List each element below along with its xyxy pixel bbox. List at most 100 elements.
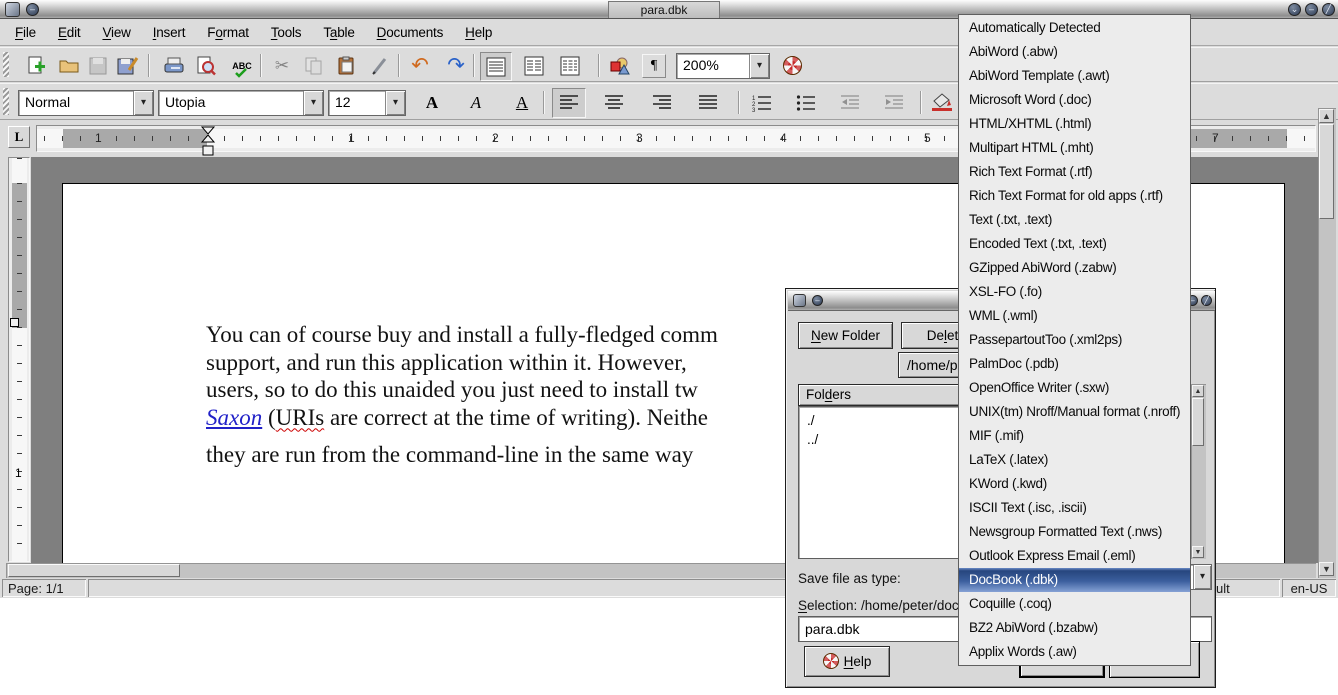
menu-item[interactable]: Insert	[142, 21, 197, 44]
file-format-option[interactable]: Automatically Detected	[959, 16, 1190, 40]
file-format-option[interactable]: Multipart HTML (.mht)	[959, 136, 1190, 160]
file-format-option[interactable]: Rich Text Format for old apps (.rtf)	[959, 184, 1190, 208]
file-format-option[interactable]: Applix Words (.aw)	[959, 640, 1190, 664]
view-two-columns-icon[interactable]	[520, 52, 548, 79]
stylus-icon[interactable]	[366, 52, 394, 79]
menu-item[interactable]: Help	[454, 21, 503, 44]
bulleted-list-icon[interactable]	[792, 89, 820, 116]
chevron-down-icon[interactable]: ▾	[385, 91, 405, 115]
menu-item[interactable]: Table	[312, 21, 365, 44]
print-preview-icon[interactable]	[192, 52, 220, 79]
underline-icon[interactable]: A	[508, 89, 536, 116]
file-format-option[interactable]: OpenOffice Writer (.sxw)	[959, 376, 1190, 400]
chevron-down-icon[interactable]: ▾	[133, 91, 153, 115]
help-lifebuoy-icon[interactable]	[778, 52, 806, 79]
file-format-option[interactable]: DocBook (.dbk)	[959, 568, 1190, 592]
paste-icon[interactable]	[332, 52, 360, 79]
file-format-option[interactable]: Outlook Express Email (.eml)	[959, 544, 1190, 568]
file-format-option[interactable]: XSL-FO (.fo)	[959, 280, 1190, 304]
cut-icon[interactable]: ✂	[268, 52, 296, 79]
menu-item[interactable]: View	[91, 21, 141, 44]
file-format-option[interactable]: UNIX(tm) Nroff/Manual format (.nroff)	[959, 400, 1190, 424]
close-icon[interactable]: ╱	[1201, 295, 1212, 306]
show-formatting-marks-icon[interactable]: ¶	[642, 54, 666, 78]
window-menu-button[interactable]: –	[26, 3, 39, 16]
view-three-columns-icon[interactable]	[556, 52, 584, 79]
print-icon[interactable]	[160, 52, 188, 79]
file-format-option[interactable]: Microsoft Word (.doc)	[959, 88, 1190, 112]
align-right-icon[interactable]	[648, 89, 676, 116]
bold-icon[interactable]: A	[418, 89, 446, 116]
file-format-option[interactable]: ISCII Text (.isc, .iscii)	[959, 496, 1190, 520]
file-format-option[interactable]: PassepartoutToo (.xml2ps)	[959, 328, 1190, 352]
window-menu-button[interactable]: –	[812, 295, 823, 306]
vertical-ruler[interactable]: 1	[8, 157, 30, 562]
top-margin-marker[interactable]	[10, 318, 19, 327]
file-format-option[interactable]: MIF (.mif)	[959, 424, 1190, 448]
vertical-scrollbar-thumb[interactable]	[1319, 124, 1334, 219]
tab-selector-button[interactable]: L	[8, 126, 30, 148]
insert-object-icon[interactable]	[606, 52, 634, 79]
chevron-down-icon[interactable]: ▾	[1193, 565, 1211, 589]
close-icon[interactable]: ╱	[1322, 3, 1335, 16]
menu-item[interactable]: Tools	[260, 21, 313, 44]
horizontal-scrollbar-thumb[interactable]	[8, 564, 180, 577]
highlight-color-icon[interactable]	[928, 88, 956, 115]
decrease-indent-icon[interactable]	[836, 89, 864, 116]
folders-scrollbar-thumb[interactable]	[1192, 398, 1204, 446]
menu-item[interactable]: Format	[196, 21, 260, 44]
zoom-combo[interactable]: 200% ▾	[676, 53, 770, 79]
toolbar-grip[interactable]	[3, 88, 9, 115]
italic-icon[interactable]: A	[462, 89, 490, 116]
font-size-combo[interactable]: 12 ▾	[328, 90, 406, 116]
help-button[interactable]: Help	[804, 646, 890, 677]
file-format-option[interactable]: Coquille (.coq)	[959, 592, 1190, 616]
indent-marker[interactable]	[200, 126, 216, 160]
hyperlink-saxon[interactable]: Saxon	[206, 405, 262, 430]
status-language-indicator[interactable]: en-US	[1282, 579, 1336, 597]
save-as-icon[interactable]	[114, 52, 142, 79]
file-format-option[interactable]: HTML/XHTML (.html)	[959, 112, 1190, 136]
view-normal-icon[interactable]	[480, 52, 512, 81]
align-justify-icon[interactable]	[694, 89, 722, 116]
file-format-option[interactable]: GZipped AbiWord (.zabw)	[959, 256, 1190, 280]
file-format-option[interactable]: Newsgroup Formatted Text (.nws)	[959, 520, 1190, 544]
chevron-down-icon[interactable]: ▾	[303, 91, 323, 115]
file-format-option[interactable]: BZ2 AbiWord (.bzabw)	[959, 616, 1190, 640]
scroll-up-icon[interactable]: ▲	[1192, 385, 1204, 397]
redo-icon[interactable]: ↷	[442, 52, 470, 79]
file-format-option[interactable]: WML (.wml)	[959, 304, 1190, 328]
spellcheck-icon[interactable]: ABC	[228, 52, 256, 79]
toolbar-grip[interactable]	[3, 52, 9, 77]
file-format-option[interactable]: AbiWord (.abw)	[959, 40, 1190, 64]
menu-item[interactable]: File	[4, 21, 47, 44]
scroll-down-icon[interactable]: ▼	[1192, 546, 1204, 558]
numbered-list-icon[interactable]: 123	[748, 89, 776, 116]
folders-scrollbar[interactable]: ▲ ▼	[1191, 384, 1206, 559]
undo-icon[interactable]: ↶	[406, 52, 434, 79]
align-center-icon[interactable]	[600, 89, 628, 116]
file-format-option[interactable]: PalmDoc (.pdb)	[959, 352, 1190, 376]
open-file-icon[interactable]	[55, 52, 83, 79]
menu-item[interactable]: Documents	[366, 21, 455, 44]
file-format-option[interactable]: Encoded Text (.txt, .text)	[959, 232, 1190, 256]
copy-icon[interactable]	[300, 52, 328, 79]
file-format-option[interactable]: Rich Text Format (.rtf)	[959, 160, 1190, 184]
font-combo[interactable]: Utopia ▾	[158, 90, 324, 116]
scroll-down-icon[interactable]: ▼	[1319, 562, 1334, 576]
increase-indent-icon[interactable]	[880, 89, 908, 116]
minimize-icon[interactable]: –	[1305, 3, 1318, 16]
vertical-scrollbar[interactable]: ▲ ▼	[1318, 108, 1336, 578]
shade-icon[interactable]: ⌄	[1288, 3, 1301, 16]
save-icon[interactable]	[84, 52, 112, 79]
file-format-option[interactable]: KWord (.kwd)	[959, 472, 1190, 496]
file-format-option[interactable]: AbiWord Template (.awt)	[959, 64, 1190, 88]
file-format-option[interactable]: Text (.txt, .text)	[959, 208, 1190, 232]
new-document-icon[interactable]	[22, 52, 50, 79]
chevron-down-icon[interactable]: ▾	[749, 54, 769, 78]
scroll-up-icon[interactable]: ▲	[1319, 109, 1334, 123]
menu-item[interactable]: Edit	[47, 21, 91, 44]
file-format-option[interactable]: LaTeX (.latex)	[959, 448, 1190, 472]
align-left-icon[interactable]	[552, 88, 586, 118]
style-combo[interactable]: Normal ▾	[18, 90, 154, 116]
